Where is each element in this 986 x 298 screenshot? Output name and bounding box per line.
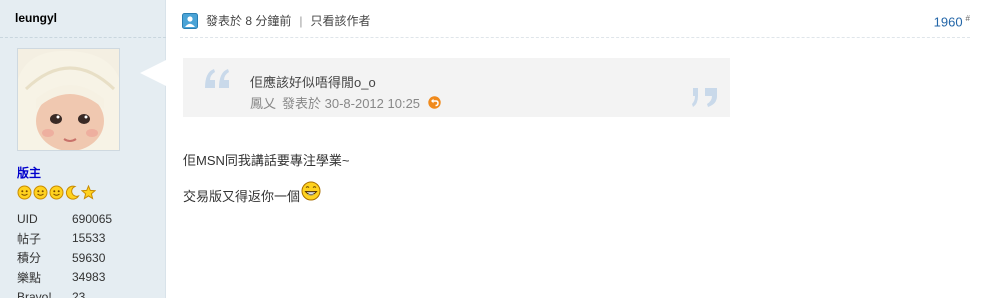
stat-row-fun-points: 樂點 34983 xyxy=(17,268,157,288)
floor-number[interactable]: 1960 # xyxy=(934,14,970,29)
author-only-link[interactable]: 只看該作者 xyxy=(310,12,370,29)
stat-row-uid: UID 690065 xyxy=(17,209,157,229)
avatar[interactable] xyxy=(17,48,120,151)
user-stats: UID 690065 帖子 15533 積分 59630 樂點 34983 Br… xyxy=(17,209,157,298)
stat-value[interactable]: 15533 xyxy=(72,231,105,245)
grin-emoticon-icon xyxy=(301,181,321,201)
floor-mark: # xyxy=(965,14,970,23)
stat-row-bravo: Bravo! 23 xyxy=(17,287,157,298)
online-status-icon xyxy=(182,12,198,29)
rank-stars xyxy=(17,184,97,201)
jump-to-quote-icon[interactable] xyxy=(428,96,441,109)
message-line: 交易版又得返你一個 xyxy=(183,181,321,205)
sun-icon xyxy=(33,185,48,200)
user-rank[interactable]: 版主 xyxy=(17,164,41,181)
stat-row-points: 積分 59630 xyxy=(17,248,157,268)
panel-pointer xyxy=(140,60,166,86)
quote-block: 佢應該好似唔得閒o_o 鳳乂 發表於 30-8-2012 10:25 xyxy=(183,58,730,117)
message-line: 佢MSN同我講話要專注學業~ xyxy=(183,153,350,168)
moon-icon xyxy=(65,185,80,200)
quote-text: 佢應該好似唔得閒o_o xyxy=(250,75,376,90)
quote-author: 鳳乂 xyxy=(250,96,277,111)
post-time: 發表於 8 分鐘前 xyxy=(206,14,292,28)
stat-value[interactable]: 690065 xyxy=(72,212,112,226)
message-text: 交易版又得返你一個 xyxy=(183,189,301,204)
floor-number-value[interactable]: 1960 xyxy=(934,14,963,29)
star-icon xyxy=(80,184,97,200)
stat-value[interactable]: 59630 xyxy=(72,251,105,265)
close-quote-icon xyxy=(691,84,719,113)
username-link[interactable]: leungyl xyxy=(15,11,57,25)
stat-label: 積分 xyxy=(17,251,42,266)
stat-label: UID xyxy=(17,211,38,226)
divider: | xyxy=(299,13,303,28)
sun-icon xyxy=(49,185,64,200)
quote-meta: 鳳乂 發表於 30-8-2012 10:25 xyxy=(250,93,447,112)
stat-label: 帖子 xyxy=(17,231,42,246)
stat-value[interactable]: 23 xyxy=(72,290,85,298)
quote-time: 發表於 30-8-2012 10:25 xyxy=(282,96,421,111)
username-bar: leungyl xyxy=(0,0,166,38)
header-divider xyxy=(180,37,970,38)
open-quote-icon xyxy=(203,66,231,95)
stat-value[interactable]: 34983 xyxy=(72,270,105,284)
sun-icon xyxy=(17,185,32,200)
stat-label: 樂點 xyxy=(17,270,42,285)
stat-label: Bravo! xyxy=(17,289,52,298)
author-panel: leungyl 版主 UID 690065 帖子 15533 積分 59630 … xyxy=(0,0,166,298)
post-header: 發表於 8 分鐘前 | 只看該作者 xyxy=(182,12,370,29)
stat-row-posts: 帖子 15533 xyxy=(17,229,157,249)
